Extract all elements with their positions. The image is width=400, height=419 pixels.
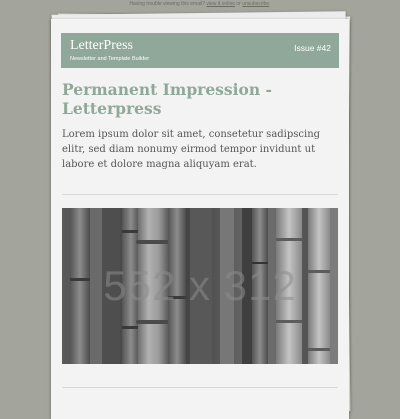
hero-image: 552 x 312: [62, 208, 338, 364]
section-divider: [62, 387, 338, 388]
section-divider: [62, 194, 338, 195]
article-intro: Lorem ipsum dolor sit amet, consetetur s…: [62, 129, 321, 170]
newsletter-header: LetterPress Newsletter and Template Buil…: [61, 33, 339, 68]
article-title: Permanent Impression - Letterpress: [62, 80, 272, 118]
preheader: Having trouble viewing this email? view …: [0, 0, 400, 8]
view-online-link[interactable]: view it online: [206, 1, 235, 7]
newsletter-card: LetterPress Newsletter and Template Buil…: [51, 19, 349, 419]
unsubscribe-link[interactable]: unsubscribe: [242, 1, 269, 7]
preheader-end: .: [269, 1, 271, 7]
issue-number: Issue #42: [294, 43, 331, 53]
image-size-label: 552 x 312: [103, 262, 297, 309]
preheader-text: Having trouble viewing this email?: [129, 1, 207, 7]
brand-logo[interactable]: LetterPress: [70, 38, 133, 54]
brand-tagline: Newsletter and Template Builder: [70, 56, 150, 62]
